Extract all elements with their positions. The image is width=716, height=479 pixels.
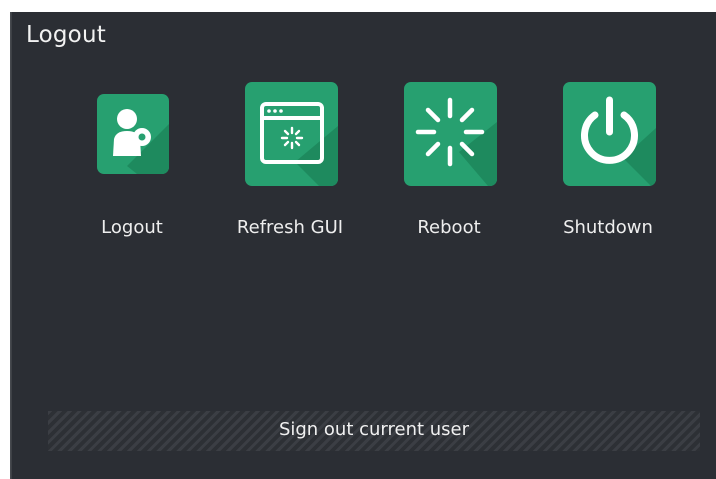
user-key-icon bbox=[97, 94, 169, 174]
refresh-gui-button[interactable]: Refresh GUI bbox=[215, 82, 365, 252]
window-edge bbox=[0, 12, 12, 479]
logout-label: Logout bbox=[101, 217, 163, 238]
status-bar: Sign out current user bbox=[48, 411, 700, 451]
dialog-title: Logout bbox=[26, 22, 106, 48]
shutdown-label: Shutdown bbox=[563, 217, 653, 238]
shutdown-button[interactable]: Shutdown bbox=[533, 82, 683, 252]
logout-button[interactable]: Logout bbox=[57, 82, 207, 252]
spinner-icon bbox=[404, 82, 497, 186]
power-icon bbox=[563, 82, 656, 186]
logout-dialog: Logout Logout Refresh GUI Reboot Shutdow… bbox=[12, 12, 716, 479]
refresh-gui-label: Refresh GUI bbox=[236, 217, 344, 238]
status-text: Sign out current user bbox=[278, 419, 470, 440]
refresh-window-icon bbox=[245, 82, 338, 186]
reboot-label: Reboot bbox=[417, 217, 481, 238]
reboot-button[interactable]: Reboot bbox=[374, 82, 524, 252]
